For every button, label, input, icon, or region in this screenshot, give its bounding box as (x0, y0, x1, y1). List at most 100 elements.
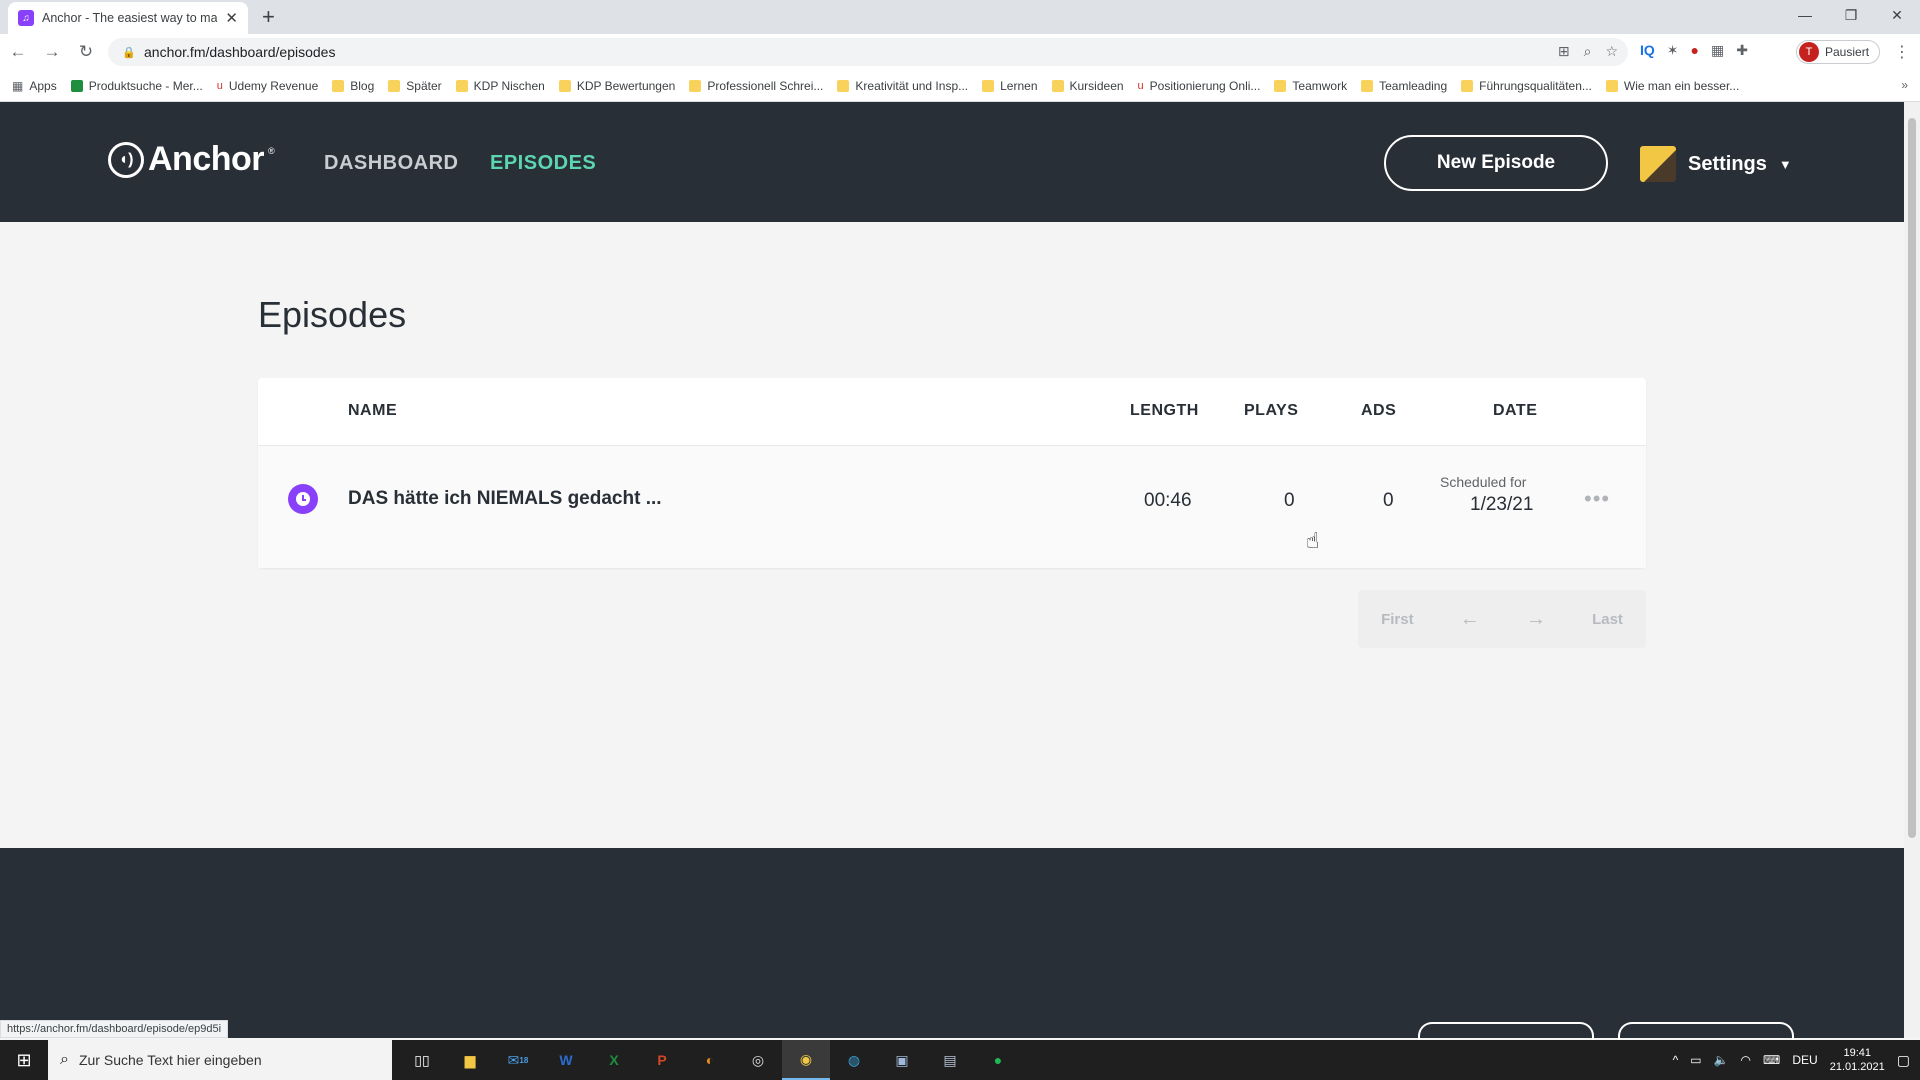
chrome-icon[interactable]: ◉ (782, 1040, 830, 1080)
zoom-icon[interactable]: ⌕ (1584, 43, 1592, 60)
folder-icon (1605, 79, 1618, 92)
app-icon[interactable]: ◐ (686, 1040, 734, 1080)
star-icon[interactable]: ☆ (1605, 43, 1618, 60)
puzzle-icon[interactable]: ✚ (1736, 42, 1748, 59)
adblock-extension-icon[interactable]: ● (1691, 42, 1699, 59)
app-footer (0, 848, 1904, 1052)
bookmark-item[interactable]: KDP Nischen (455, 79, 545, 93)
address-bar[interactable]: 🔒 anchor.fm/dashboard/episodes ⊞ ⌕ ☆ (108, 38, 1628, 66)
taskbar-search[interactable]: ⌕ Zur Suche Text hier eingeben (48, 1040, 392, 1080)
bookmark-apps[interactable]: ▦ Apps (12, 79, 57, 93)
iq-extension-icon[interactable]: IQ (1640, 42, 1655, 59)
folder-icon (455, 79, 468, 92)
grid-extension-icon[interactable]: ▦ (1711, 42, 1724, 59)
bookmark-item[interactable]: Führungsqualitäten... (1461, 79, 1592, 93)
forward-icon[interactable]: → (36, 36, 68, 68)
minimize-icon[interactable]: — (1782, 0, 1828, 30)
translate-icon[interactable]: ⊞ (1558, 43, 1570, 60)
bookmark-item[interactable]: Teamleading (1361, 79, 1447, 93)
bookmark-item[interactable]: Produktsuche - Mer... (70, 79, 203, 93)
bookmark-item[interactable]: u Positionierung Onli... (1138, 79, 1261, 93)
bookmark-item[interactable]: Kursideen (1051, 79, 1124, 93)
excel-icon[interactable]: X (590, 1040, 638, 1080)
taskbar-clock[interactable]: 19:41 21.01.2021 (1830, 1046, 1885, 1074)
extension-icon[interactable]: ✶ (1667, 42, 1679, 59)
app-icon[interactable]: ▤ (926, 1040, 974, 1080)
registered-mark-icon: ® (268, 146, 275, 156)
browser-tabbar: ♫ Anchor - The easiest way to mak ✕ + — … (0, 0, 1920, 34)
apps-grid-icon: ▦ (12, 78, 24, 93)
bookmark-item[interactable]: u Udemy Revenue (217, 79, 319, 93)
anchor-logo-icon: ◖) (108, 141, 144, 178)
keyboard-icon[interactable]: ⌨ (1763, 1053, 1780, 1067)
bookmark-item[interactable]: Wie man ein besser... (1605, 79, 1739, 93)
column-plays: PLAYS (1244, 402, 1299, 419)
language-indicator[interactable]: DEU (1792, 1053, 1817, 1067)
arrow-right-icon[interactable]: → (1526, 608, 1546, 631)
pager-first[interactable]: First (1381, 611, 1414, 628)
folder-icon (982, 79, 995, 92)
obs-icon[interactable]: ◎ (734, 1040, 782, 1080)
folder-icon (689, 79, 702, 92)
bookmark-item[interactable]: Lernen (982, 79, 1038, 93)
episode-date: 1/23/21 (1470, 494, 1534, 515)
folder-icon (1051, 79, 1064, 92)
scroll-thumb[interactable] (1908, 118, 1916, 838)
back-icon[interactable]: ← (2, 36, 34, 68)
lock-icon[interactable]: 🔒 (122, 46, 136, 59)
chevron-up-icon[interactable]: ^ (1673, 1053, 1679, 1067)
bookmark-item[interactable]: Professionell Schrei... (689, 79, 823, 93)
word-icon[interactable]: W (542, 1040, 590, 1080)
bookmarks-overflow-icon[interactable]: » (1901, 78, 1908, 92)
reload-icon[interactable]: ↻ (70, 36, 102, 68)
restore-icon[interactable]: ❐ (1828, 0, 1874, 30)
settings-menu[interactable]: Settings ▼ (1640, 146, 1792, 182)
anchor-favicon-icon: ♫ (18, 10, 34, 26)
episode-name[interactable]: DAS hätte ich NIEMALS gedacht ... (348, 488, 662, 510)
wifi-icon[interactable]: ◠ (1741, 1053, 1751, 1067)
browser-menu-icon[interactable]: ⋮ (1894, 42, 1910, 62)
file-explorer-icon[interactable]: ▆ (446, 1040, 494, 1080)
folder-icon (332, 79, 345, 92)
task-view-icon[interactable]: ▯▯ (398, 1040, 446, 1080)
new-episode-button[interactable]: New Episode (1384, 135, 1608, 191)
new-tab-icon[interactable]: + (262, 4, 275, 30)
spotify-icon[interactable]: ● (974, 1040, 1022, 1080)
episode-ads: 0 (1383, 490, 1394, 511)
powerpoint-icon[interactable]: P (638, 1040, 686, 1080)
more-options-icon[interactable]: ••• (1584, 486, 1610, 512)
column-ads: ADS (1361, 402, 1397, 419)
folder-icon (1361, 79, 1374, 92)
status-bar-url: https://anchor.fm/dashboard/episode/ep9d… (0, 1020, 229, 1038)
bookmark-item[interactable]: KDP Bewertungen (558, 79, 675, 93)
battery-icon[interactable]: ▭ (1690, 1053, 1701, 1067)
volume-icon[interactable]: 🔈 (1714, 1053, 1729, 1067)
browser-tab[interactable]: ♫ Anchor - The easiest way to mak ✕ (8, 2, 248, 34)
notification-icon[interactable]: ▢ (1897, 1052, 1910, 1069)
window-close-icon[interactable]: ✕ (1874, 0, 1920, 30)
tab-title: Anchor - The easiest way to mak (42, 11, 218, 25)
edge-icon[interactable]: ◍ (830, 1040, 878, 1080)
table-row[interactable]: DAS hätte ich NIEMALS gedacht ... 00:46 … (258, 446, 1646, 568)
bookmarks-bar: ▦ Apps Produktsuche - Mer... u Udemy Reven… (0, 70, 1920, 102)
logo-text: Anchor (148, 140, 265, 178)
bookmark-item[interactable]: Teamwork (1274, 79, 1347, 93)
mail-icon[interactable]: ✉ 18 (494, 1040, 542, 1080)
close-icon[interactable]: ✕ (225, 9, 238, 27)
arrow-left-icon[interactable]: ← (1460, 608, 1480, 631)
bookmark-item[interactable]: Später (388, 79, 442, 93)
profile-button[interactable]: T Pausiert (1796, 40, 1880, 64)
nav-dashboard[interactable]: DASHBOARD (324, 152, 459, 175)
browser-toolbar: ← → ↻ 🔒 anchor.fm/dashboard/episodes ⊞ ⌕… (0, 34, 1920, 70)
profile-avatar: T (1799, 42, 1819, 62)
anchor-logo[interactable]: ◖) Anchor ® (108, 140, 275, 179)
bookmark-item[interactable]: Kreativität und Insp... (837, 79, 968, 93)
nav-episodes[interactable]: EPISODES (490, 152, 596, 175)
page-scrollbar[interactable] (1904, 102, 1920, 1038)
bookmark-item[interactable]: Blog (332, 79, 374, 93)
extension-icons: IQ ✶ ● ▦ ✚ (1640, 42, 1748, 59)
app-icon[interactable]: ▣ (878, 1040, 926, 1080)
windows-start-icon[interactable]: ⊞ (0, 1040, 48, 1080)
pager-last[interactable]: Last (1592, 611, 1623, 628)
windows-taskbar: ⊞ ⌕ Zur Suche Text hier eingeben ▯▯ ▆ ✉ 1… (0, 1040, 1920, 1080)
